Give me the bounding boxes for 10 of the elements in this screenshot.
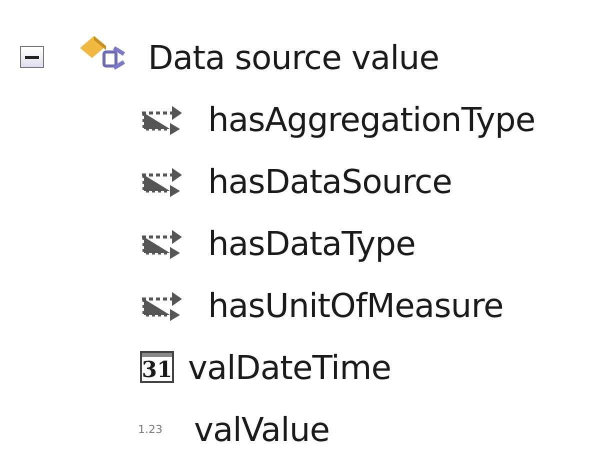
calendar-icon: 31 <box>140 351 174 383</box>
number-icon: 1.23 <box>138 422 182 436</box>
node-label[interactable]: valDateTime <box>188 348 392 386</box>
node-label[interactable]: hasAggregationType <box>208 100 536 138</box>
node-label[interactable]: hasDataType <box>208 224 416 262</box>
node-label[interactable]: Data source value <box>148 38 439 76</box>
collapse-toggle[interactable] <box>20 46 44 68</box>
node-label[interactable]: valValue <box>194 410 330 448</box>
node-label[interactable]: hasDataSource <box>208 162 452 200</box>
node-label[interactable]: hasUnitOfMeasure <box>208 286 504 324</box>
